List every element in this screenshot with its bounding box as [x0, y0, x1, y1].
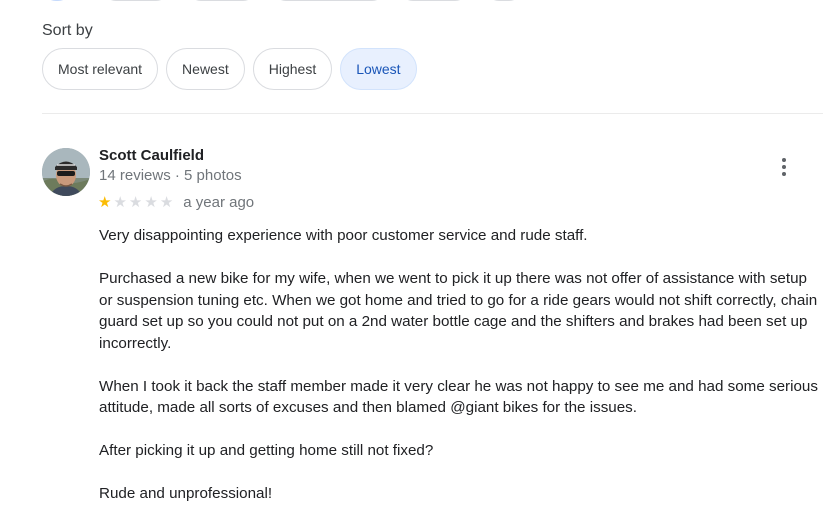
more-options-button[interactable]	[774, 155, 794, 179]
star-icon: ★	[113, 193, 127, 211]
star-icon: ★	[128, 193, 143, 211]
sort-by-label: Sort by	[42, 22, 93, 39]
rating-row: ★ ★ ★ ★ ★ a year ago	[98, 194, 254, 211]
sort-most-relevant-button[interactable]: Most relevant	[42, 48, 159, 90]
topic-chip[interactable]	[485, 0, 523, 1]
star-icon: ★	[144, 193, 158, 211]
avatar[interactable]	[42, 148, 90, 196]
topic-chip[interactable]	[272, 0, 386, 1]
review-time: a year ago	[183, 194, 255, 211]
more-vert-icon	[782, 158, 786, 162]
review-paragraph: Very disappointing experience with poor …	[99, 227, 588, 244]
review-paragraph: When I took it back the staff member mad…	[99, 377, 818, 417]
sort-highest-button[interactable]: Highest	[252, 48, 333, 90]
topic-chip[interactable]	[399, 0, 469, 1]
topic-chip[interactable]	[102, 0, 170, 1]
topic-chip[interactable]	[187, 0, 257, 1]
sort-lowest-button[interactable]: Lowest	[340, 48, 417, 90]
review-paragraph: Purchased a new bike for my wife, when w…	[99, 270, 818, 352]
star-rating: ★ ★ ★ ★ ★	[98, 193, 174, 211]
review-paragraph: After picking it up and getting home sti…	[99, 442, 434, 459]
sort-options: Most relevant Newest Highest Lowest	[42, 48, 417, 90]
reviewer-name[interactable]: Scott Caulfield	[99, 147, 204, 164]
review-paragraph: Rude and unprofessional!	[99, 485, 273, 502]
star-icon: ★	[159, 193, 174, 211]
star-icon: ★	[98, 193, 112, 211]
review-text: Very disappointing experience with poor …	[99, 225, 824, 526]
divider	[42, 113, 823, 114]
reviewer-meta[interactable]: 14 reviews · 5 photos	[99, 167, 242, 184]
sort-newest-button[interactable]: Newest	[166, 48, 245, 90]
topic-chip[interactable]	[42, 0, 72, 1]
avatar-photo	[42, 148, 90, 196]
